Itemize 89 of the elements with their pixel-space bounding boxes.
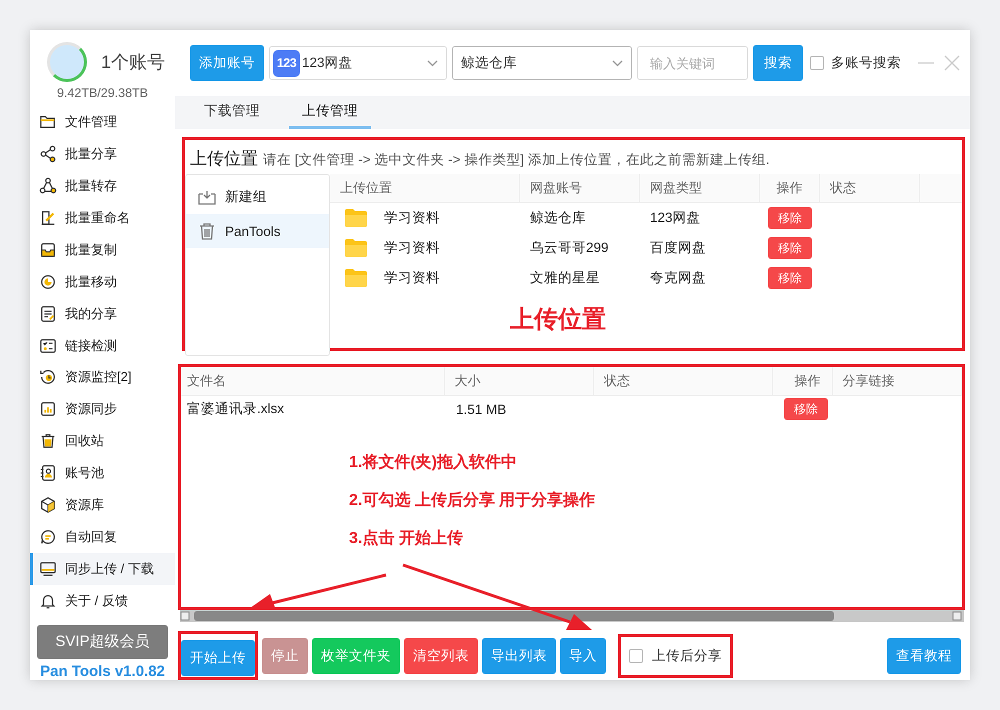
menu-item-icon bbox=[39, 240, 57, 259]
account-count: 1个账号 bbox=[101, 51, 166, 74]
account-select[interactable]: 鲸选仓库 bbox=[452, 46, 632, 80]
table-cell-text: 鲸选仓库 bbox=[529, 209, 587, 227]
avatar bbox=[47, 42, 87, 82]
sidebar-item[interactable]: 账号池 bbox=[30, 457, 175, 490]
menu-item-icon bbox=[39, 144, 57, 163]
column-header: 状态 bbox=[820, 174, 920, 202]
checkbox-label: 上传后分享 bbox=[652, 646, 722, 664]
table-cell-text: 夸克网盘 bbox=[649, 269, 707, 287]
close-icon[interactable] bbox=[944, 55, 960, 71]
instruction-step: 3.点击 开始上传 bbox=[349, 528, 962, 549]
sidebar-item[interactable]: 批量转存 bbox=[30, 170, 175, 202]
provider-logo: 123 bbox=[273, 50, 300, 76]
table-cell-text: 123网盘 bbox=[649, 209, 702, 227]
group-item[interactable]: 新建组 bbox=[186, 180, 329, 214]
trash-icon bbox=[198, 222, 216, 240]
remove-button[interactable]: 移除 bbox=[768, 267, 812, 289]
folder-icon bbox=[344, 208, 368, 228]
menu-item-icon bbox=[39, 208, 57, 227]
sidebar-item[interactable]: 同步上传 / 下载 bbox=[30, 553, 175, 586]
table-cell-text: 文雅的星星 bbox=[529, 269, 601, 287]
menu-item-icon bbox=[39, 432, 57, 450]
menu-item-icon bbox=[39, 176, 57, 195]
sidebar-item[interactable]: 批量移动 bbox=[30, 266, 175, 298]
menu-item-icon bbox=[39, 336, 57, 355]
menu-item-icon bbox=[39, 400, 57, 418]
version-label: Pan Tools v1.0.82 bbox=[39, 662, 166, 680]
tab[interactable]: 上传管理 bbox=[289, 96, 371, 129]
instruction-step: 2.可勾选 上传后分享 用于分享操作 bbox=[349, 490, 962, 511]
tab[interactable]: 下载管理 bbox=[191, 96, 273, 129]
menu-item-icon bbox=[39, 560, 57, 578]
sidebar-item[interactable]: 资源监控[2] bbox=[30, 362, 175, 394]
column-header: 操作 bbox=[760, 174, 820, 202]
folder-icon bbox=[344, 238, 368, 258]
provider-select[interactable]: 123 123网盘 bbox=[269, 46, 447, 80]
storage-usage: 9.42TB/29.38TB bbox=[56, 86, 150, 100]
add-box-icon bbox=[198, 188, 216, 206]
horizontal-scrollbar[interactable] bbox=[180, 610, 964, 622]
table-cell-text: 1.51 MB bbox=[455, 402, 508, 416]
sidebar-item[interactable]: 链接检测 bbox=[30, 330, 175, 362]
column-header: 文件名 bbox=[181, 367, 445, 395]
column-header: 上传位置 bbox=[330, 174, 520, 202]
sidebar-item[interactable]: 回收站 bbox=[30, 425, 175, 458]
menu-item-icon bbox=[39, 592, 57, 610]
checkbox[interactable] bbox=[629, 648, 643, 662]
menu-item-icon bbox=[39, 528, 57, 546]
menu-item-icon bbox=[39, 368, 57, 386]
remove-button[interactable]: 移除 bbox=[784, 398, 828, 420]
section-title: 上传位置 bbox=[190, 148, 258, 170]
table-cell: 学习资料 bbox=[384, 239, 440, 257]
annotation-label: 上传位置 bbox=[510, 305, 606, 335]
sidebar-item[interactable]: 资源库 bbox=[30, 489, 175, 522]
column-header: 分享链接 bbox=[832, 367, 962, 395]
instruction-step: 1.将文件(夹)拖入软件中 bbox=[349, 452, 962, 473]
menu-item-icon bbox=[39, 496, 57, 514]
column-header: 网盘账号 bbox=[520, 174, 640, 202]
sidebar-item[interactable]: 批量重命名 bbox=[30, 202, 175, 234]
column-header: 状态 bbox=[594, 367, 773, 395]
folder-icon bbox=[344, 268, 368, 288]
caret-icon bbox=[612, 60, 623, 66]
column-header: 大小 bbox=[444, 367, 594, 395]
checkbox-label: 多账号搜索 bbox=[831, 54, 901, 72]
remove-button[interactable]: 移除 bbox=[768, 237, 812, 259]
column-header: 操作 bbox=[772, 367, 833, 395]
sidebar-item[interactable]: 批量复制 bbox=[30, 234, 175, 266]
menu-item-icon bbox=[39, 304, 57, 323]
section-hint: 请在 [文件管理 -> 选中文件夹 -> 操作类型] 添加上传位置，在此之前需新建上传组. bbox=[263, 151, 770, 169]
group-item[interactable]: PanTools bbox=[186, 214, 329, 248]
table-cell-text: 乌云哥哥299 bbox=[529, 239, 610, 257]
table-cell: 学习资料 bbox=[384, 209, 440, 227]
sidebar-item[interactable]: 我的分享 bbox=[30, 298, 175, 330]
sidebar-item[interactable]: 资源同步 bbox=[30, 393, 175, 426]
table-cell: 学习资料 bbox=[384, 269, 440, 287]
search-field[interactable]: 输入关键词 bbox=[637, 46, 748, 80]
caret-icon bbox=[427, 60, 438, 66]
remove-button[interactable]: 移除 bbox=[768, 207, 812, 229]
checkbox[interactable] bbox=[810, 56, 824, 70]
sidebar-item[interactable]: 关于 / 反馈 bbox=[30, 585, 175, 617]
table-cell-text: 百度网盘 bbox=[649, 239, 707, 257]
clear-list-button[interactable]: 清空列表 bbox=[404, 638, 478, 674]
menu-item-icon bbox=[39, 272, 57, 291]
sidebar-item[interactable]: 批量分享 bbox=[30, 138, 175, 170]
sidebar-item[interactable]: 自动回复 bbox=[30, 521, 175, 554]
column-header: 网盘类型 bbox=[640, 174, 760, 202]
table-cell-text: 富婆通讯录.xlsx bbox=[186, 400, 285, 418]
svip-button[interactable]: SVIP超级会员 bbox=[37, 625, 168, 659]
sidebar-item[interactable]: 文件管理 bbox=[30, 106, 175, 138]
menu-item-icon bbox=[39, 464, 57, 482]
